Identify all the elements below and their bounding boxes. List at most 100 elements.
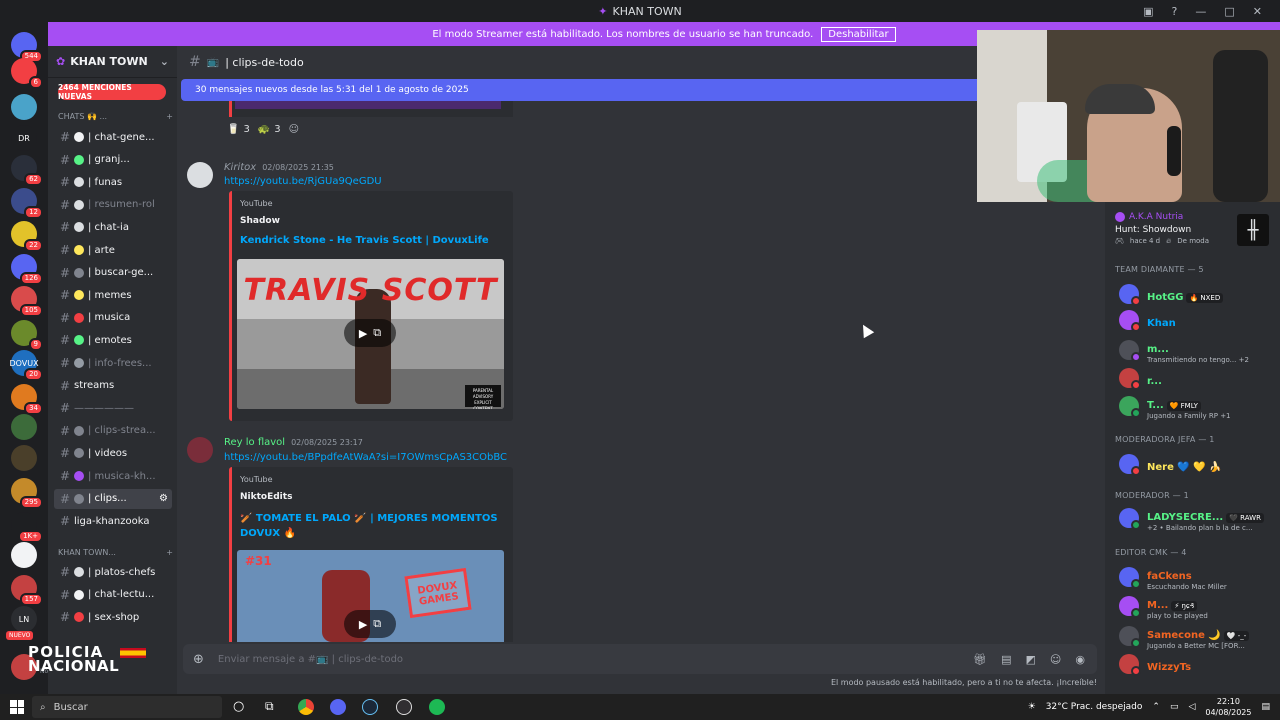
- channel-item[interactable]: # | clips... ⚙: [54, 488, 172, 509]
- external-link-icon[interactable]: ⧉: [373, 326, 381, 340]
- member-item[interactable]: M... ⚡ ŋɕ₰ play to be played: [1119, 592, 1277, 620]
- category-chats[interactable]: CHATS 🙌 ... +: [58, 112, 173, 121]
- gift-icon[interactable]: 🎁︎: [973, 653, 987, 666]
- close-button[interactable]: ✕: [1253, 5, 1262, 18]
- channel-item[interactable]: # | chat-ia: [54, 217, 172, 237]
- gif-icon[interactable]: ▤: [1001, 653, 1011, 666]
- volume-icon[interactable]: ◁: [1188, 702, 1195, 712]
- embed-author[interactable]: Shadow: [240, 216, 280, 226]
- server-icon[interactable]: [11, 445, 37, 471]
- channel-item[interactable]: # | memes: [54, 285, 172, 305]
- message-link[interactable]: https://youtu.be/RjGUa9QeGDU: [224, 176, 382, 187]
- screen-icon[interactable]: ▣: [1143, 5, 1153, 18]
- embed-title[interactable]: Kendrick Stone - He Travis Scott | Dovux…: [240, 235, 508, 246]
- avatar[interactable]: [187, 437, 213, 463]
- server-icon[interactable]: 34: [11, 384, 43, 415]
- server-icon[interactable]: 105: [11, 286, 43, 317]
- add-channel-icon[interactable]: +: [166, 112, 173, 121]
- server-icon[interactable]: LN: [11, 606, 37, 632]
- member-item[interactable]: Khan: [1119, 306, 1277, 334]
- channel-settings-icon[interactable]: ⚙: [159, 493, 168, 504]
- mentions-pill[interactable]: 2464 MENCIONES NUEVAS: [58, 83, 166, 101]
- external-link-icon[interactable]: ⧉: [373, 617, 381, 631]
- member-item[interactable]: m... Transmitiendo no tengo... +2: [1119, 336, 1277, 364]
- server-icon[interactable]: 6: [11, 58, 43, 89]
- message-author[interactable]: Kiritox: [224, 162, 256, 173]
- video-thumbnail[interactable]: TRAVIS SCOTT PARENTAL ADVISORY EXPLICIT …: [237, 259, 504, 409]
- server-icon[interactable]: DR: [11, 125, 37, 151]
- reaction-chip[interactable]: 🐢 3: [258, 124, 281, 135]
- apps-icon[interactable]: ◉: [1075, 653, 1085, 666]
- video-thumbnail[interactable]: #31 DOVUX GAMES ▶ ⧉: [237, 550, 504, 642]
- channel-item[interactable]: # | info-frees...: [54, 353, 172, 373]
- server-icon[interactable]: 544: [11, 32, 43, 63]
- channel-item[interactable]: # ——————: [54, 398, 172, 418]
- channel-item[interactable]: # | resumen-rol: [54, 195, 172, 215]
- chrome-icon[interactable]: [298, 699, 314, 715]
- member-item[interactable]: Nere 💙 💛 🍌: [1119, 450, 1277, 478]
- embed-provider[interactable]: YouTube: [240, 199, 273, 208]
- server-icon[interactable]: 62: [11, 155, 43, 186]
- embed-author[interactable]: NiktoEdits: [240, 492, 292, 502]
- play-button[interactable]: ▶ ⧉: [344, 610, 396, 638]
- message-link[interactable]: https://youtu.be/BPpdfeAtWaA?si=I7OWmsCp…: [224, 452, 507, 463]
- server-icon[interactable]: DOVUX 20: [9, 350, 43, 381]
- channel-item[interactable]: # | arte: [54, 240, 172, 260]
- channel-item[interactable]: # | chat-lectu...: [54, 585, 172, 605]
- taskbar-search[interactable]: ⌕ Buscar: [32, 696, 222, 718]
- channel-item[interactable]: # | sex-shop: [54, 607, 172, 627]
- member-item[interactable]: r...: [1119, 364, 1277, 392]
- server-icon[interactable]: 12: [11, 188, 43, 219]
- add-attachment-icon[interactable]: ⊕: [193, 652, 204, 667]
- server-icon[interactable]: [11, 414, 37, 440]
- spotify-icon[interactable]: [429, 699, 445, 715]
- embed-title[interactable]: 🏏 TOMATE EL PALO 🏏 | MEJORES MOMENTOS DO…: [240, 511, 500, 541]
- add-channel-icon[interactable]: +: [166, 548, 173, 557]
- channel-item[interactable]: # | platos-chefs: [54, 562, 172, 582]
- steam-icon[interactable]: [362, 699, 378, 715]
- tray-chevron-icon[interactable]: ⌃: [1152, 702, 1160, 712]
- message-author[interactable]: Rey lo flavol: [224, 437, 285, 448]
- server-icon[interactable]: [11, 542, 37, 568]
- sticker-icon[interactable]: ◩: [1026, 653, 1036, 666]
- cortana-icon[interactable]: ○: [233, 699, 244, 714]
- network-icon[interactable]: ▭: [1170, 702, 1179, 712]
- channel-item[interactable]: # | chat-gene...: [54, 127, 172, 147]
- new-messages-bar[interactable]: 30 mensajes nuevos desde las 5:31 del 1 …: [181, 79, 977, 101]
- channel-item[interactable]: # | buscar-ge...: [54, 263, 172, 283]
- member-item[interactable]: WizzyTs: [1119, 650, 1277, 678]
- server-icon[interactable]: [11, 94, 37, 120]
- reaction-chip[interactable]: 🥛 3: [227, 124, 250, 135]
- channel-item[interactable]: # | musica: [54, 308, 172, 328]
- windows-start-icon[interactable]: [10, 700, 24, 714]
- embed-provider[interactable]: YouTube: [240, 475, 273, 484]
- emoji-icon[interactable]: ☺: [1050, 653, 1061, 666]
- task-view-icon[interactable]: ⧉: [265, 699, 274, 714]
- channel-item[interactable]: # liga-khanzooka: [54, 511, 172, 531]
- member-item[interactable]: T... 🧡 FMLY Jugando a Family RP +1: [1119, 392, 1277, 420]
- channel-item[interactable]: # | funas: [54, 172, 172, 192]
- message-composer[interactable]: ⊕ Enviar mensaje a #📺 | clips-de-todo 🎁︎…: [183, 644, 1097, 674]
- weather-text[interactable]: 32°C Prac. despejado: [1046, 702, 1143, 712]
- avatar[interactable]: [187, 162, 213, 188]
- server-icon[interactable]: 126: [11, 254, 43, 285]
- discord-icon[interactable]: [330, 699, 346, 715]
- channel-item[interactable]: # | emotes: [54, 330, 172, 350]
- server-icon[interactable]: 22: [11, 221, 43, 252]
- channel-item[interactable]: # | videos: [54, 443, 172, 463]
- channel-item[interactable]: # | granj...: [54, 150, 172, 170]
- add-reaction-icon[interactable]: ☺: [289, 124, 299, 135]
- server-icon[interactable]: 295: [11, 478, 43, 509]
- notifications-icon[interactable]: ▤: [1261, 702, 1270, 712]
- member-item[interactable]: Samecone 🌙 🤍 -_- Jugando a Better MC [FOR.…: [1119, 622, 1277, 650]
- member-item[interactable]: faCkens Escuchando Mac Miller: [1119, 563, 1277, 591]
- obs-icon[interactable]: [396, 699, 412, 715]
- guild-header[interactable]: ✿ KHAN TOWN ⌄: [48, 46, 177, 78]
- member-item[interactable]: HotGG 🔥 NXED: [1119, 280, 1277, 308]
- channel-item[interactable]: # streams: [54, 376, 172, 396]
- server-icon[interactable]: 9: [11, 320, 43, 351]
- clock[interactable]: 22:10 04/08/2025: [1205, 696, 1251, 718]
- help-icon[interactable]: ?: [1172, 5, 1178, 18]
- play-button[interactable]: ▶ ⧉: [344, 319, 396, 347]
- disable-streamer-button[interactable]: Deshabilitar: [821, 26, 896, 42]
